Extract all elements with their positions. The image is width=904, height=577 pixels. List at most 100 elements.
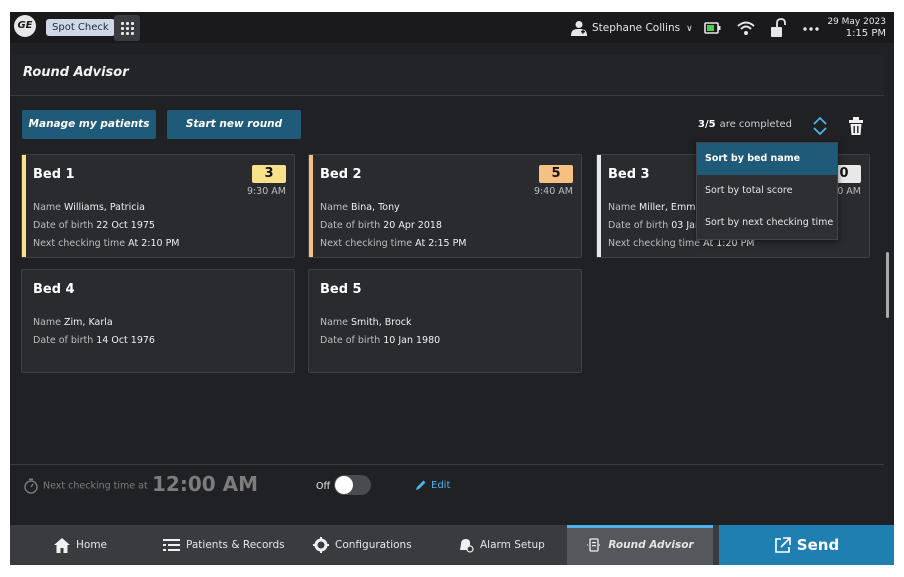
next-check-label: Next checking time bbox=[33, 238, 126, 249]
nav-round-advisor[interactable]: Round Advisor bbox=[567, 525, 713, 565]
patient-name-row: Name Miller, Emma bbox=[608, 202, 701, 213]
patients-records-icon bbox=[163, 539, 180, 551]
bed-card-2[interactable]: Bed 2 5 9:40 AM Name Bina, Tony Date of b… bbox=[308, 154, 582, 258]
trash-icon[interactable] bbox=[848, 116, 864, 136]
sort-option-bed-name[interactable]: Sort by bed name bbox=[697, 143, 837, 175]
manage-patients-button[interactable]: Manage my patients bbox=[22, 110, 156, 139]
dob-row: Date of birth 20 Apr 2018 bbox=[320, 220, 442, 231]
sort-toggle-icon[interactable] bbox=[810, 115, 830, 137]
patient-dob: 10 Jan 1980 bbox=[383, 335, 441, 346]
home-icon bbox=[54, 537, 70, 553]
next-check-row: Next checking time At 2:15 PM bbox=[320, 238, 467, 249]
bed-label: Bed 1 bbox=[33, 167, 75, 182]
patient-name: Bina, Tony bbox=[351, 202, 400, 213]
gear-icon bbox=[313, 537, 329, 553]
toggle-knob bbox=[335, 476, 353, 494]
patient-name-row: Name Bina, Tony bbox=[320, 202, 400, 213]
nav-home[interactable]: Home bbox=[54, 525, 107, 565]
card-accent bbox=[309, 155, 313, 257]
name-label: Name bbox=[33, 317, 62, 328]
pencil-icon bbox=[416, 480, 426, 490]
nav-alarm-setup[interactable]: Alarm Setup bbox=[458, 525, 545, 565]
send-label: Send bbox=[796, 536, 840, 554]
unlock-icon[interactable] bbox=[770, 18, 786, 38]
patient-dob: 22 Oct 1975 bbox=[96, 220, 155, 231]
bed-label: Bed 5 bbox=[320, 282, 362, 297]
name-label: Name bbox=[608, 202, 637, 213]
dob-label: Date of birth bbox=[320, 220, 381, 231]
auto-round-toggle[interactable] bbox=[334, 475, 371, 495]
nav-configurations[interactable]: Configurations bbox=[313, 525, 412, 565]
scrollbar[interactable] bbox=[886, 252, 889, 318]
completed-text: are completed bbox=[719, 119, 792, 130]
user-menu[interactable]: Stephane Collins ∨ bbox=[570, 19, 693, 37]
date-time: 29 May 2023 1:15 PM bbox=[827, 17, 886, 39]
apps-grid-button[interactable] bbox=[114, 15, 140, 41]
current-date: 29 May 2023 bbox=[827, 17, 886, 27]
sort-option-next-checking-time[interactable]: Sort by next checking time bbox=[697, 207, 837, 239]
app-name-badge[interactable]: Spot Check bbox=[46, 19, 115, 36]
name-label: Name bbox=[33, 202, 62, 213]
user-name: Stephane Collins bbox=[592, 22, 681, 34]
bed-card-4[interactable]: Bed 4 Name Zim, Karla Date of birth 14 Oct… bbox=[21, 269, 295, 373]
dob-label: Date of birth bbox=[320, 335, 381, 346]
next-check-time-value: 12:00 AM bbox=[152, 472, 259, 496]
divider bbox=[10, 464, 884, 465]
nav-round-label: Round Advisor bbox=[608, 539, 694, 551]
start-new-round-button[interactable]: Start new round bbox=[167, 110, 301, 139]
patient-dob: 14 Oct 1976 bbox=[96, 335, 155, 346]
dob-row: Date of birth 03 Jan bbox=[608, 220, 701, 231]
patient-dob: 20 Apr 2018 bbox=[383, 220, 442, 231]
last-check-time: 9:40 AM bbox=[533, 186, 573, 197]
toggle-label: Off bbox=[316, 481, 331, 492]
dob-label: Date of birth bbox=[33, 220, 94, 231]
timer-icon bbox=[24, 478, 38, 494]
next-check-setting: Next checking time at bbox=[23, 478, 148, 494]
alarm-setup-icon bbox=[460, 539, 474, 553]
completion-status: 3/5 are completed bbox=[698, 119, 792, 130]
bed-label: Bed 4 bbox=[33, 282, 75, 297]
panel-header: Round Advisor bbox=[10, 55, 884, 96]
next-check-row: Next checking time At 2:10 PM bbox=[33, 238, 180, 249]
sort-option-total-score[interactable]: Sort by total score bbox=[697, 175, 837, 207]
patient-name: Zim, Karla bbox=[64, 317, 113, 328]
dob-row: Date of birth 22 Oct 1975 bbox=[33, 220, 155, 231]
patient-name: Miller, Emma bbox=[639, 202, 702, 213]
chevron-down-icon: ∨ bbox=[686, 24, 693, 34]
last-check-time: 9:30 AM bbox=[246, 186, 286, 197]
score-badge: 5 bbox=[539, 165, 573, 183]
bed-label: Bed 3 bbox=[608, 167, 650, 182]
round-advisor-icon bbox=[587, 538, 602, 552]
dob-row: Date of birth 10 Jan 1980 bbox=[320, 335, 440, 346]
name-label: Name bbox=[320, 202, 349, 213]
score-badge: 3 bbox=[252, 165, 286, 183]
next-check-time: At 2:15 PM bbox=[415, 238, 467, 249]
bed-label: Bed 2 bbox=[320, 167, 362, 182]
nav-alarm-label: Alarm Setup bbox=[480, 539, 545, 551]
bed-card-5[interactable]: Bed 5 Name Smith, Brock Date of birth 10 J… bbox=[308, 269, 582, 373]
dob-label: Date of birth bbox=[608, 220, 669, 231]
more-icon[interactable] bbox=[802, 18, 820, 38]
next-check-time: At 2:10 PM bbox=[128, 238, 180, 249]
name-label: Name bbox=[320, 317, 349, 328]
nav-configurations-label: Configurations bbox=[335, 539, 412, 551]
edit-label: Edit bbox=[431, 480, 451, 491]
app-frame: GE Spot Check Stephane Collins ∨ 29 May … bbox=[10, 12, 894, 565]
card-accent bbox=[597, 155, 601, 257]
dob-label: Date of birth bbox=[33, 335, 94, 346]
ge-logo-icon: GE bbox=[14, 15, 36, 37]
edit-button[interactable]: Edit bbox=[415, 479, 450, 491]
send-button[interactable]: Send bbox=[719, 525, 894, 565]
next-check-label: Next checking time at bbox=[43, 480, 148, 492]
patient-name-row: Name Williams, Patricia bbox=[33, 202, 145, 213]
nav-patients-records[interactable]: Patients & Records bbox=[163, 525, 285, 565]
patient-name-row: Name Smith, Brock bbox=[320, 317, 412, 328]
current-time: 1:15 PM bbox=[845, 28, 886, 39]
bottom-nav: Home Patients & Records Configurations A… bbox=[10, 525, 894, 565]
next-check-label: Next checking time bbox=[320, 238, 413, 249]
completed-count: 3/5 bbox=[698, 119, 716, 130]
patient-name-row: Name Zim, Karla bbox=[33, 317, 113, 328]
nav-home-label: Home bbox=[76, 539, 108, 551]
bed-card-1[interactable]: Bed 1 3 9:30 AM Name Williams, Patricia D… bbox=[21, 154, 295, 258]
clinician-user-icon bbox=[571, 21, 587, 36]
